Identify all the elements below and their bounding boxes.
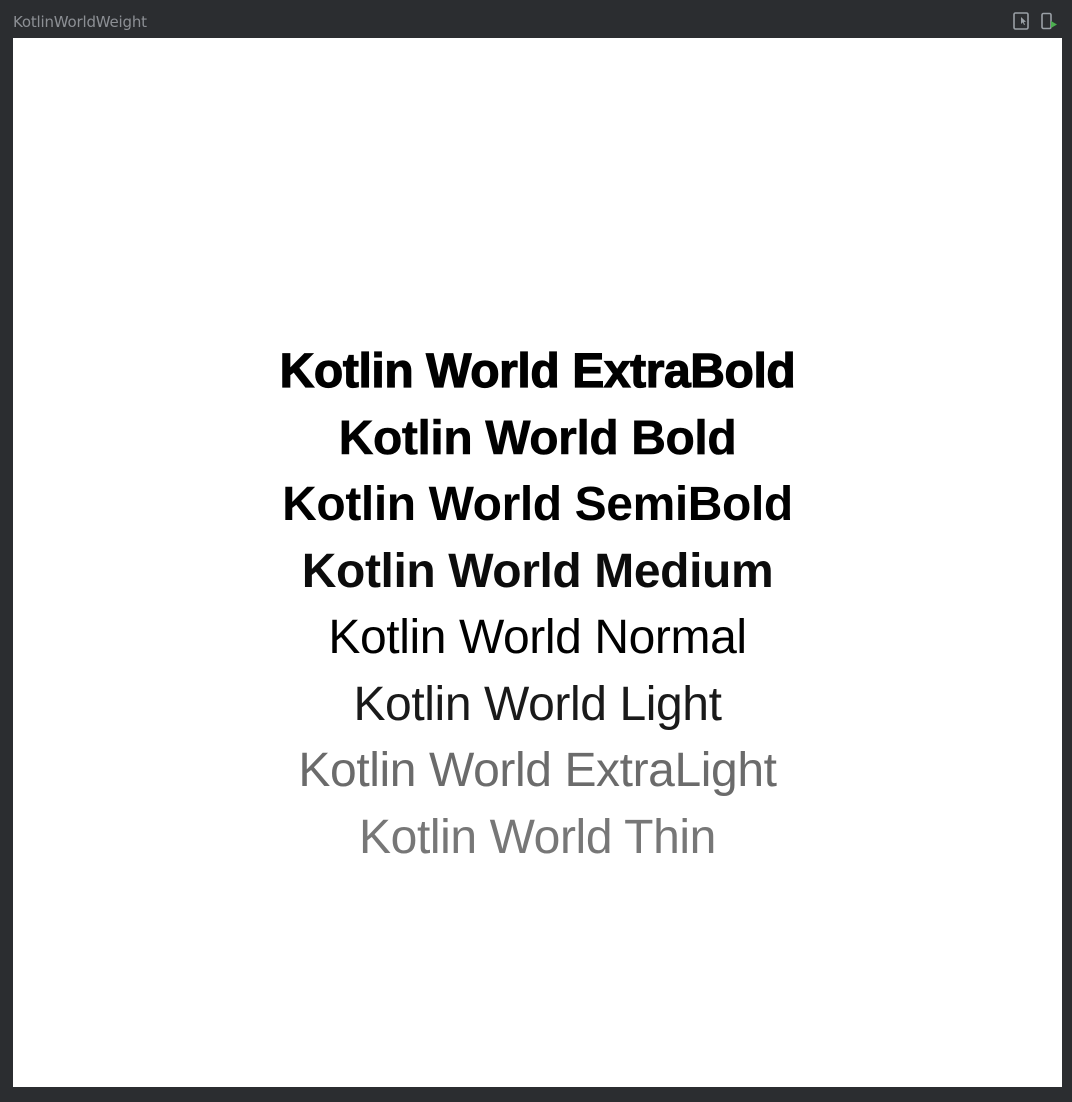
text-medium: Kotlin World Medium	[301, 544, 774, 598]
compose-preview-canvas: Kotlin World ExtraBold Kotlin World Bold…	[13, 38, 1062, 1087]
interactive-mode-button[interactable]	[1012, 12, 1030, 30]
text-extrabold: Kotlin World ExtraBold	[279, 344, 796, 398]
text-extralight: Kotlin World ExtraLight	[298, 744, 777, 797]
text-light: Kotlin World Light	[353, 677, 722, 731]
font-weight-column: Kotlin World ExtraBold Kotlin World Bold…	[13, 339, 1062, 871]
text-semibold: Kotlin World SemiBold	[282, 478, 793, 531]
deploy-to-device-button[interactable]	[1040, 12, 1058, 30]
text-normal: Kotlin World Normal	[328, 611, 747, 664]
preview-header: KotlinWorldWeight	[0, 0, 1072, 38]
deploy-to-device-icon	[1041, 12, 1057, 30]
interactive-mode-icon	[1013, 12, 1029, 30]
preview-title: KotlinWorldWeight	[13, 13, 147, 31]
text-bold: Kotlin World Bold	[338, 411, 737, 465]
text-thin: Kotlin World Thin	[359, 810, 716, 864]
